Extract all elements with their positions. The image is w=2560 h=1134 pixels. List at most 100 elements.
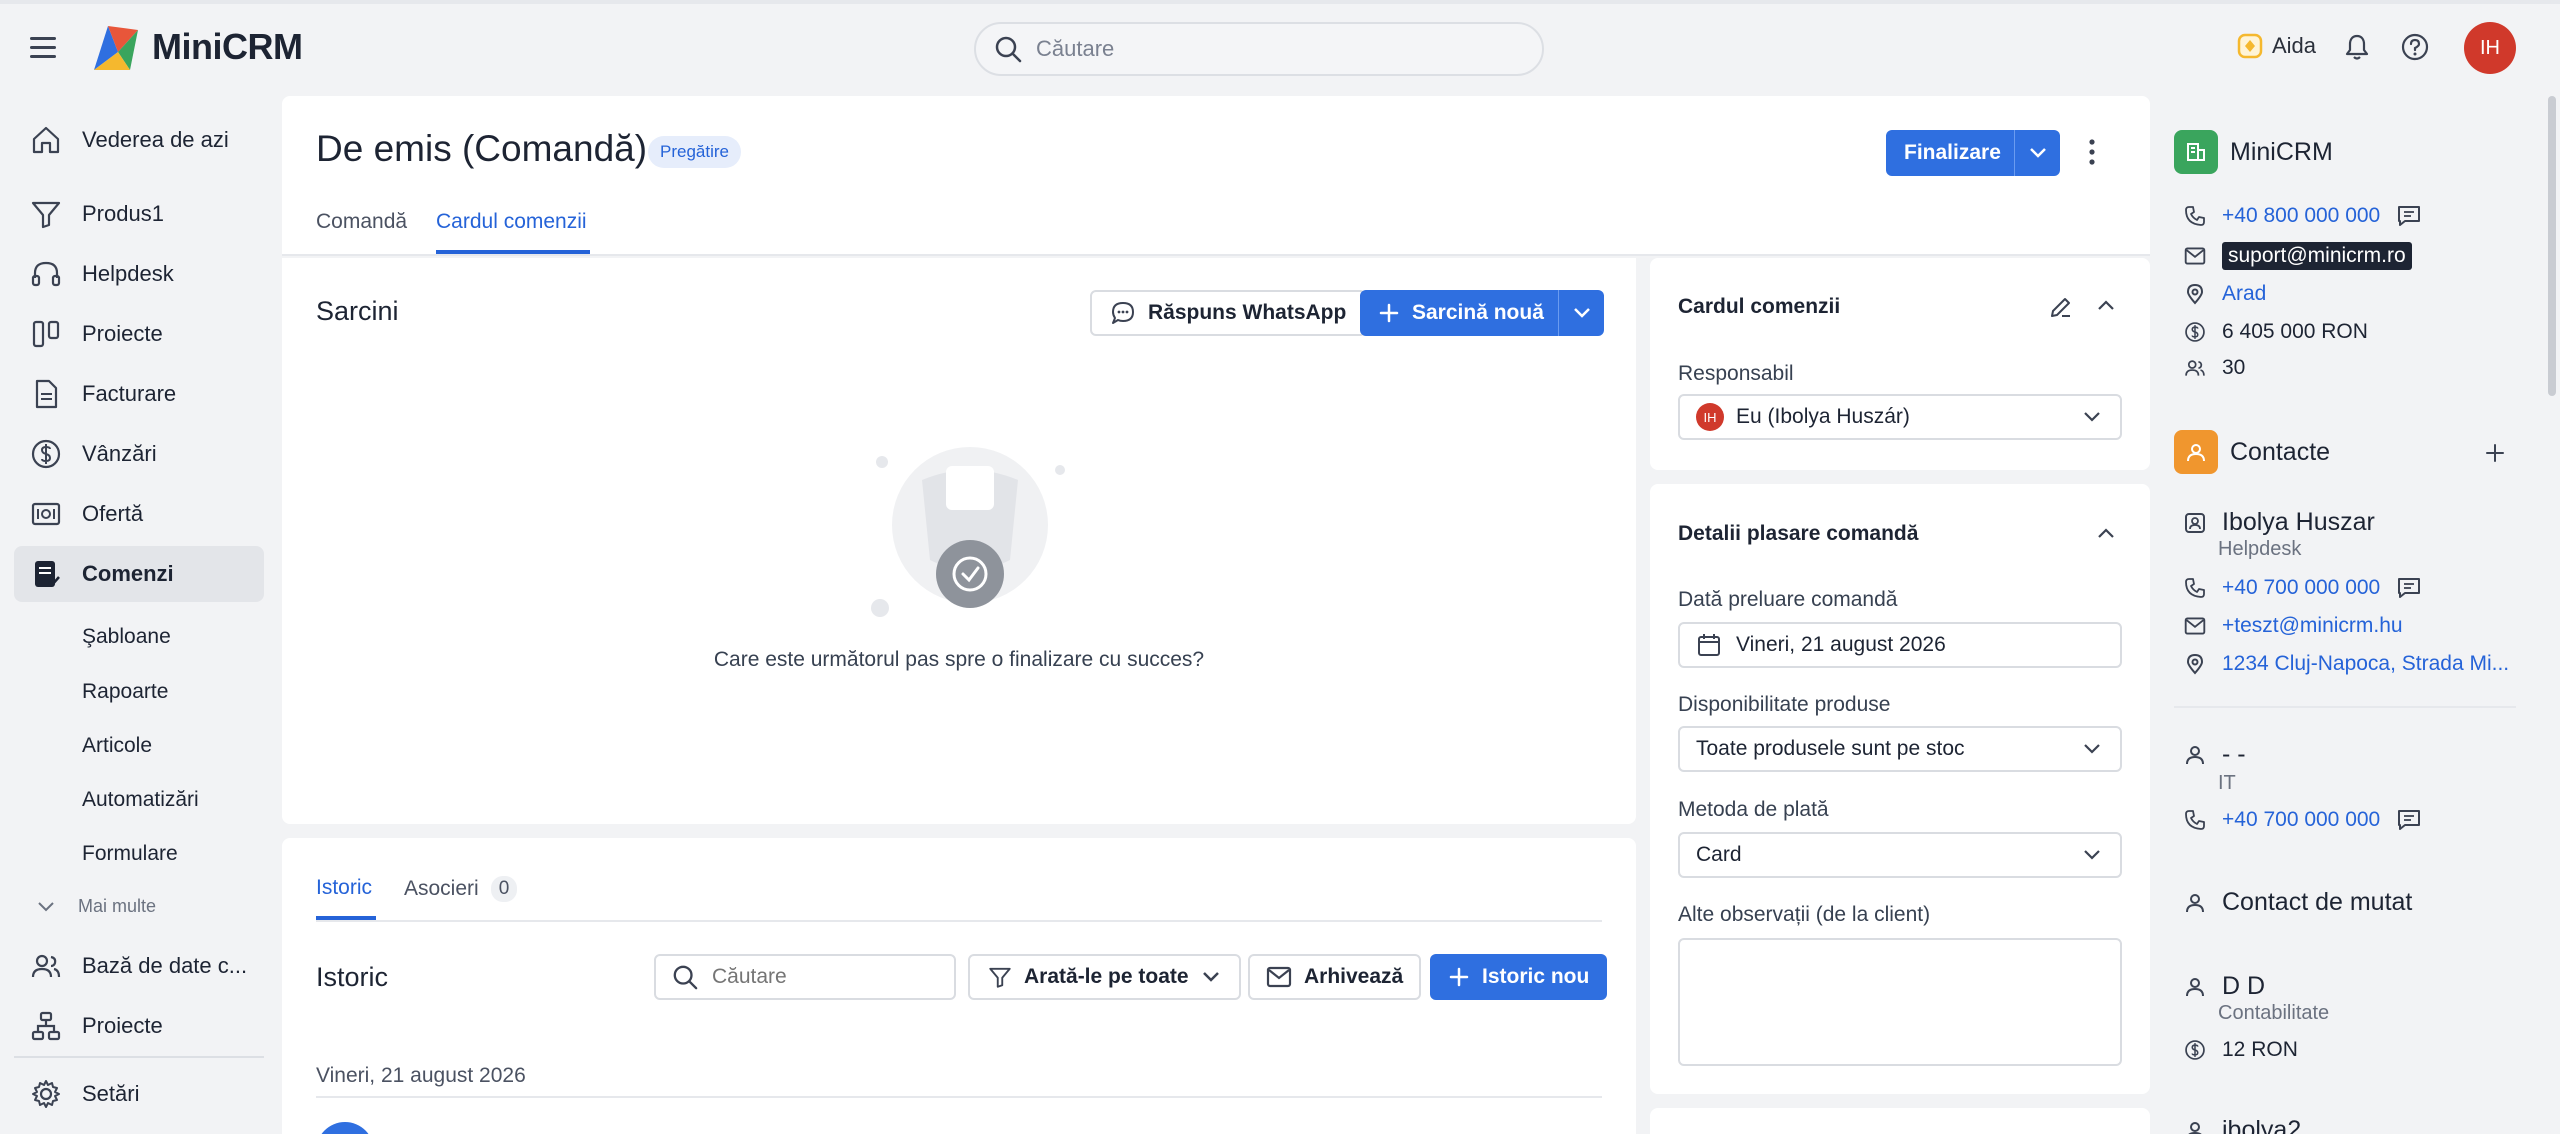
contact-1-email[interactable]: +teszt@minicrm.hu xyxy=(2222,614,2403,638)
person-icon xyxy=(2186,893,2204,912)
contact-1-dept: Helpdesk xyxy=(2218,538,2302,560)
minicrm-logo-icon xyxy=(94,26,138,70)
app-logo[interactable]: MiniCRM xyxy=(90,22,303,72)
tab-associations[interactable]: Asocieri 0 xyxy=(404,876,518,902)
filter-icon xyxy=(31,201,61,229)
search-icon xyxy=(673,965,698,990)
history-search[interactable] xyxy=(654,954,956,1000)
more-label: Mai multe xyxy=(78,896,157,916)
contact-5-name[interactable]: ibolya2 xyxy=(2222,1116,2301,1134)
order-details-title: Detalii plasare comandă xyxy=(1678,522,1919,545)
payment-method-select[interactable]: Card xyxy=(1678,832,2122,878)
company-email-row: suport@minicrm.ro xyxy=(2184,242,2412,270)
history-tabs-divider xyxy=(316,920,1602,922)
history-search-input[interactable] xyxy=(712,965,932,989)
new-history-button[interactable]: Istoric nou xyxy=(1430,954,1608,1000)
company-city[interactable]: Arad xyxy=(2222,282,2266,306)
contact-2-phone[interactable]: +40 700 000 000 xyxy=(2222,808,2380,832)
sms-icon[interactable] xyxy=(2396,204,2422,228)
contact-4-name-row: D D xyxy=(2184,972,2265,1001)
collapse-chevron-up-icon[interactable] xyxy=(2096,526,2116,540)
new-task-button[interactable]: Sarcină nouă xyxy=(1360,290,1562,336)
notes-textarea[interactable] xyxy=(1678,938,2122,1066)
sidebar-subitem-automations[interactable]: Automatizări xyxy=(82,788,199,812)
collapse-chevron-up-icon[interactable] xyxy=(2096,298,2116,312)
sidebar-item-settings[interactable]: Setări xyxy=(14,1066,264,1122)
offer-icon xyxy=(31,502,61,526)
hamburger-menu-icon[interactable] xyxy=(28,34,60,62)
company-employees-row: 30 xyxy=(2184,356,2245,380)
tab-order[interactable]: Comandă xyxy=(316,210,407,234)
user-avatar[interactable]: IH xyxy=(2464,22,2516,74)
orders-icon xyxy=(35,561,60,587)
contact-3-name-row: Contact de mutat xyxy=(2184,888,2412,917)
chevron-down-icon xyxy=(2029,148,2046,158)
whatsapp-reply-button[interactable]: Răspuns WhatsApp xyxy=(1090,290,1367,336)
aida-button[interactable]: Aida xyxy=(2236,32,2316,60)
sidebar-subitem-forms[interactable]: Formulare xyxy=(82,842,178,866)
contact-1-phone[interactable]: +40 700 000 000 xyxy=(2222,576,2380,600)
archive-button[interactable]: Arhivează xyxy=(1248,954,1422,1000)
tab-order-card[interactable]: Cardul comenzii xyxy=(436,210,587,234)
page-scrollbar-thumb[interactable] xyxy=(2548,96,2556,396)
location-pin-icon xyxy=(2186,653,2204,675)
contact-4-amount: 12 RON xyxy=(2222,1038,2298,1061)
sidebar-divider xyxy=(14,1056,264,1058)
more-options-icon[interactable] xyxy=(2082,136,2102,170)
phone-icon xyxy=(2185,578,2205,598)
help-icon[interactable] xyxy=(2400,32,2430,62)
people-icon xyxy=(2185,360,2205,376)
finalize-button[interactable]: Finalizare xyxy=(1886,130,2019,176)
contact-2-dept: IT xyxy=(2218,772,2236,794)
company-email[interactable]: suport@minicrm.ro xyxy=(2222,242,2412,270)
sidebar-more-toggle[interactable]: Mai multe xyxy=(36,896,156,917)
availability-select[interactable]: Toate produsele sunt pe stoc xyxy=(1678,726,2122,772)
new-task-dropdown-button[interactable] xyxy=(1558,290,1604,336)
responsible-select[interactable]: IH Eu (Ibolya Huszár) xyxy=(1678,394,2122,440)
order-date-field[interactable]: Vineri, 21 august 2026 xyxy=(1678,622,2122,668)
sidebar-item-produs1[interactable]: Produs1 xyxy=(14,186,264,242)
sidebar-item-orders[interactable]: Comenzi xyxy=(14,546,264,602)
chevron-down-icon xyxy=(1202,972,1219,982)
contact-1-name[interactable]: Ibolya Huszar xyxy=(2222,508,2375,537)
global-search[interactable] xyxy=(974,22,1544,76)
headset-icon xyxy=(31,261,61,287)
edit-pencil-icon[interactable] xyxy=(2048,294,2074,320)
contact-4-name[interactable]: D D xyxy=(2222,972,2265,1001)
company-phone[interactable]: +40 800 000 000 xyxy=(2222,204,2380,228)
sidebar-subitem-reports[interactable]: Rapoarte xyxy=(82,680,168,704)
sms-icon[interactable] xyxy=(2396,576,2422,600)
contact-2-name[interactable]: - - xyxy=(2222,740,2246,769)
sidebar-subitem-templates[interactable]: Şabloane xyxy=(82,625,171,649)
sidebar-item-sales[interactable]: Vânzări xyxy=(14,426,264,482)
sidebar-item-billing[interactable]: Facturare xyxy=(14,366,264,422)
chevron-down-icon xyxy=(2084,412,2100,422)
envelope-icon xyxy=(1266,966,1292,988)
chevron-down-icon xyxy=(1573,308,1590,318)
sidebar-item-offer[interactable]: Ofertă xyxy=(14,486,264,542)
finalize-dropdown-button[interactable] xyxy=(2014,130,2060,176)
add-contact-plus-icon[interactable] xyxy=(2484,442,2506,464)
sidebar-subitem-articles[interactable]: Articole xyxy=(82,734,152,758)
sidebar-item-projects-2[interactable]: Proiecte xyxy=(14,998,264,1054)
contact-3-name[interactable]: Contact de mutat xyxy=(2222,888,2412,917)
sms-icon[interactable] xyxy=(2396,808,2422,832)
sidebar-item-projects[interactable]: Proiecte xyxy=(14,306,264,362)
company-revenue: 6 405 000 RON xyxy=(2222,320,2368,343)
kanban-icon xyxy=(32,320,60,348)
gear-icon xyxy=(32,1080,60,1108)
sidebar-item-customer-db[interactable]: Bază de date c... xyxy=(14,938,264,994)
tab-history[interactable]: Istoric xyxy=(316,876,372,900)
tasks-title: Sarcini xyxy=(316,296,399,326)
company-name[interactable]: MiniCRM xyxy=(2230,138,2333,167)
notifications-bell-icon[interactable] xyxy=(2342,32,2372,62)
search-input[interactable] xyxy=(1036,36,1496,62)
contact-1-address[interactable]: 1234 Cluj-Napoca, Strada Mi... xyxy=(2222,652,2509,676)
sidebar-item-label: Proiecte xyxy=(82,1013,163,1038)
empty-tasks-illustration xyxy=(860,440,1080,620)
responsible-avatar: IH xyxy=(1696,403,1724,431)
sidebar-item-helpdesk[interactable]: Helpdesk xyxy=(14,246,264,302)
filter-show-all-button[interactable]: Arată-le pe toate xyxy=(968,954,1241,1000)
app-name: MiniCRM xyxy=(152,26,303,67)
sidebar-item-today[interactable]: Vederea de azi xyxy=(14,112,264,168)
